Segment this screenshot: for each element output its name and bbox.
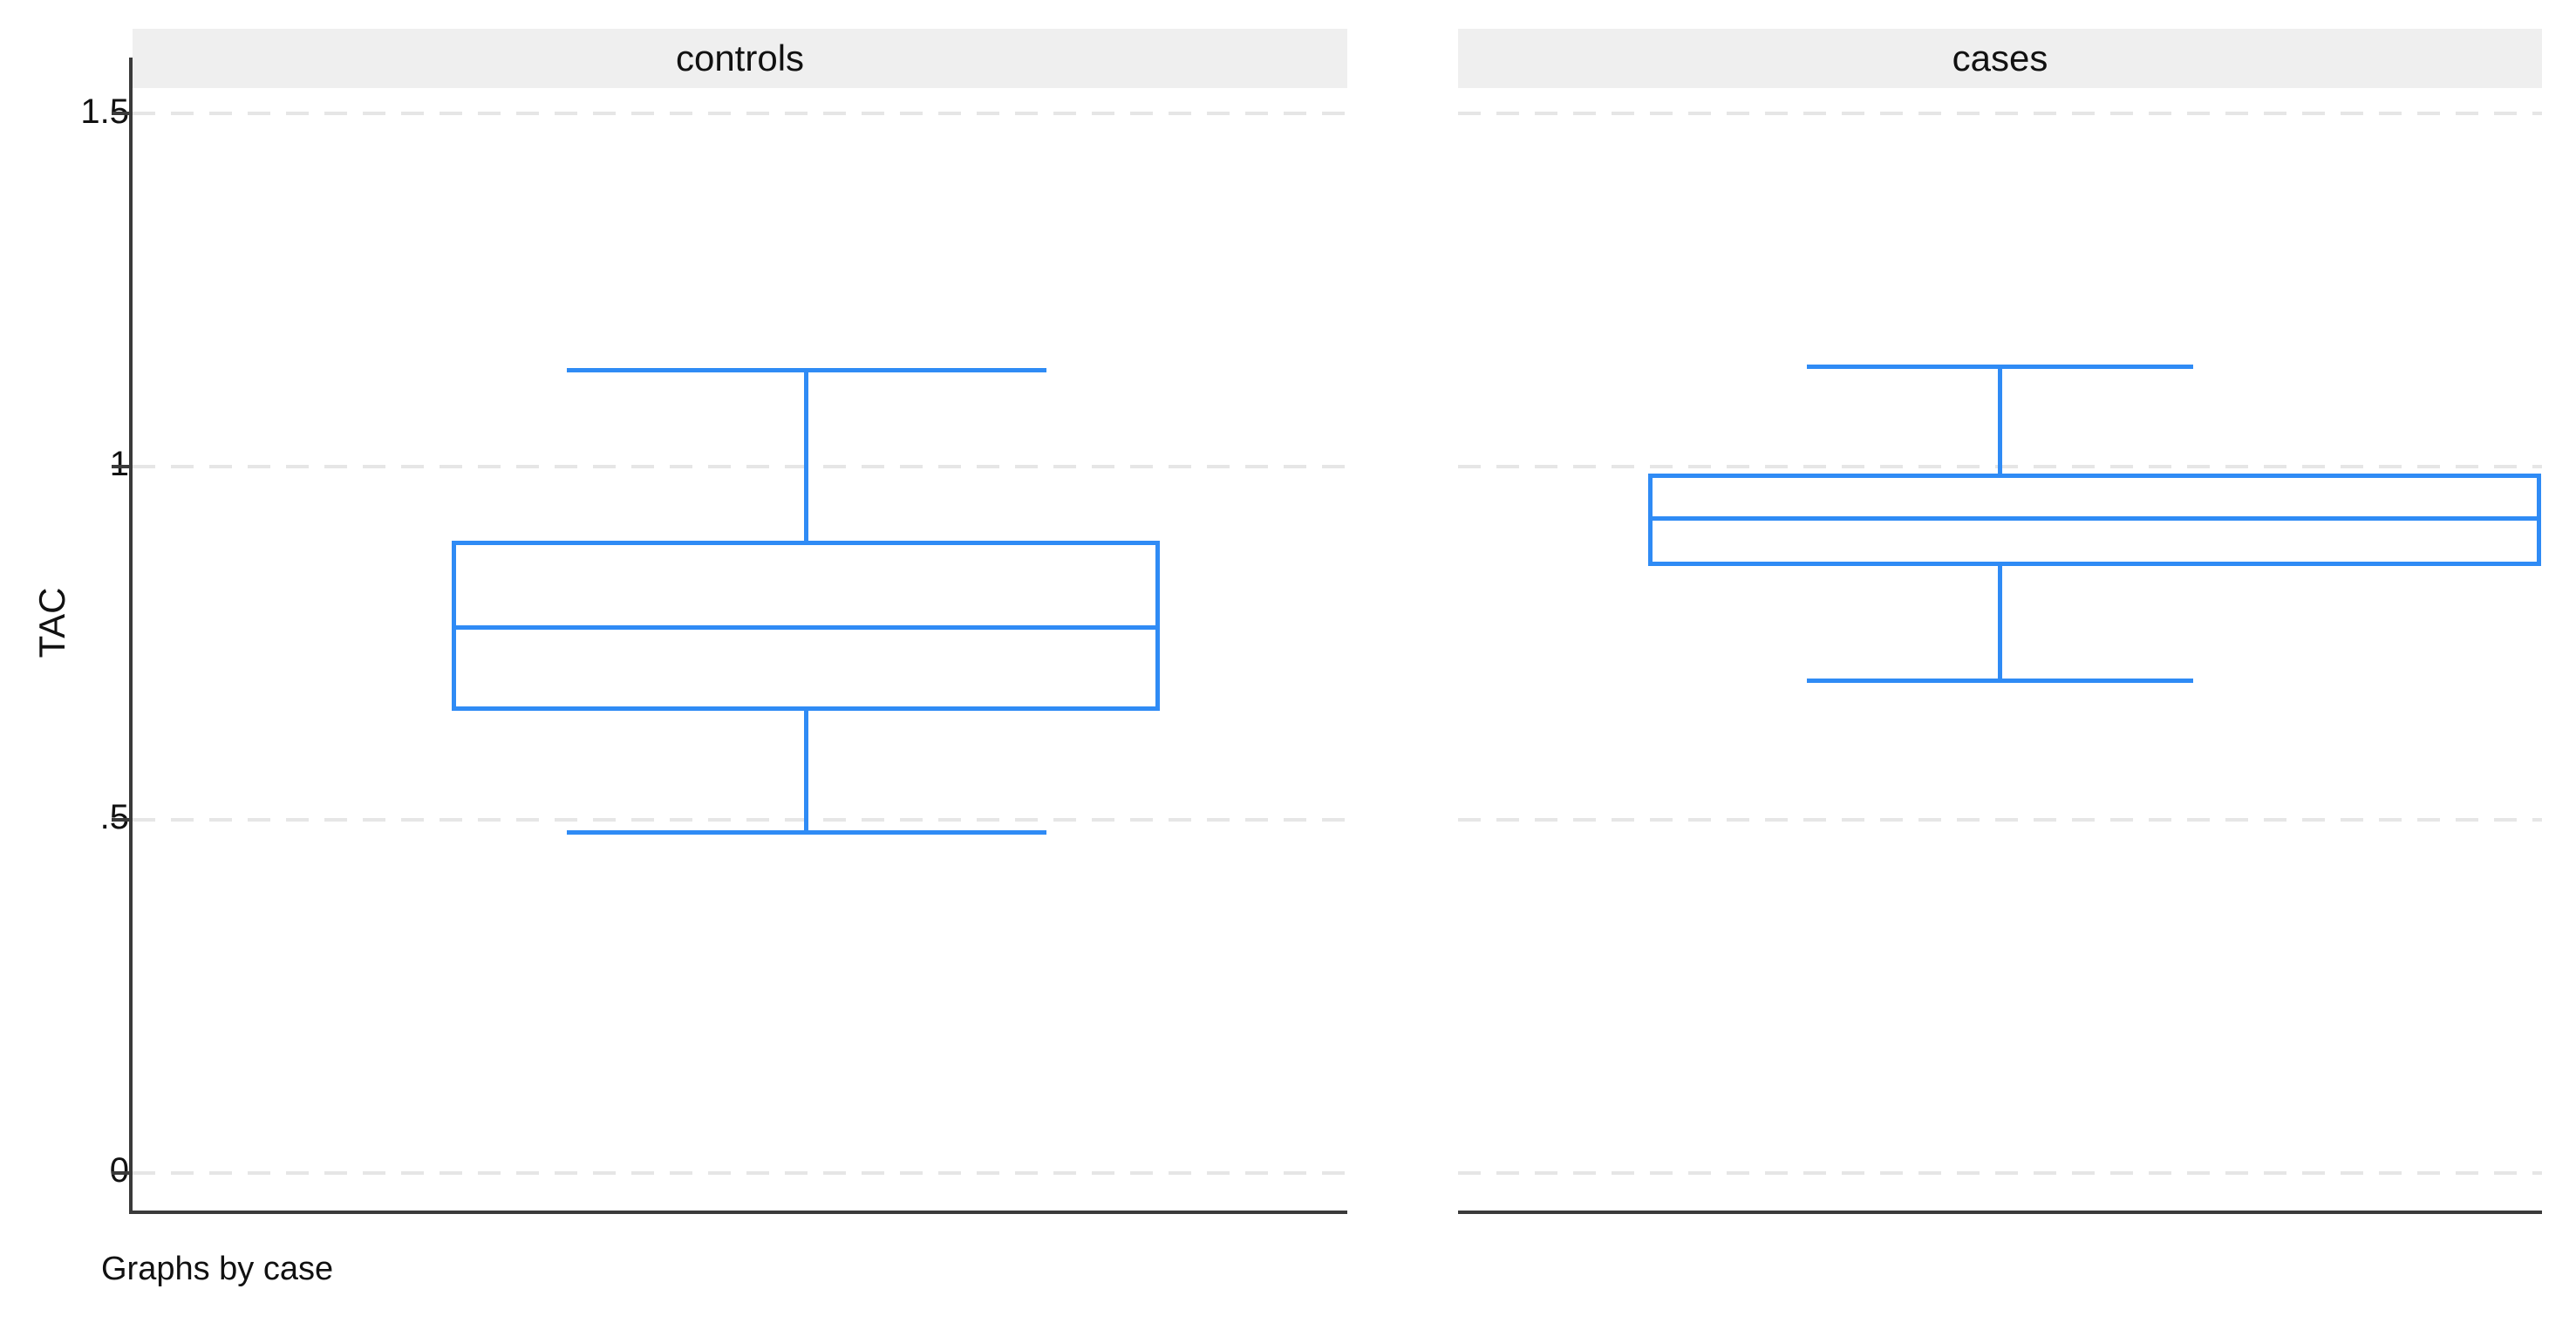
- panel-header-controls: controls: [133, 29, 1347, 88]
- whisker-line-lower-cases: [1998, 565, 2002, 681]
- gridline-1-5: [133, 112, 1347, 115]
- panel-plot-cases: [1458, 88, 2542, 1211]
- whisker-line-lower-controls: [804, 710, 808, 833]
- median-line-controls: [452, 625, 1160, 630]
- gridline-0-cases: [1458, 1171, 2542, 1175]
- gridline-0-5-cases: [1458, 818, 2542, 822]
- x-axis-line-cases: [1458, 1211, 2542, 1214]
- boxplot-figure: 1.5 1 .5 0 TAC controls cases Graphs by …: [0, 0, 2576, 1330]
- y-tick-label-1: 1: [109, 445, 129, 483]
- y-tick-mark-0-5: [112, 818, 131, 822]
- whisker-cap-lower-controls: [567, 830, 1046, 835]
- gridline-0-5: [133, 818, 1347, 822]
- y-tick-mark-1-5: [112, 112, 131, 115]
- panel-title-controls: controls: [675, 38, 805, 78]
- gridline-1: [133, 465, 1347, 468]
- gridline-1-5-cases: [1458, 112, 2542, 115]
- whisker-line-upper-cases: [1998, 365, 2002, 476]
- y-tick-label-0: 0: [109, 1151, 129, 1190]
- y-tick-label-0-5: .5: [99, 798, 129, 836]
- panel-plot-controls: [133, 88, 1347, 1211]
- x-axis-line-controls: [129, 1211, 1347, 1214]
- median-line-cases: [1648, 516, 2541, 521]
- gridline-0: [133, 1171, 1347, 1175]
- y-tick-mark-0: [112, 1171, 131, 1175]
- y-axis-title-wrapper: TAC: [0, 541, 105, 715]
- panel-title-cases: cases: [1952, 38, 2048, 78]
- panel-header-cases: cases: [1458, 29, 2542, 88]
- figure-caption: Graphs by case: [101, 1251, 334, 1287]
- whisker-cap-lower-cases: [1807, 679, 2193, 683]
- whisker-line-upper-controls: [804, 368, 808, 542]
- y-tick-mark-1: [112, 465, 131, 468]
- y-axis-title: TAC: [31, 587, 72, 658]
